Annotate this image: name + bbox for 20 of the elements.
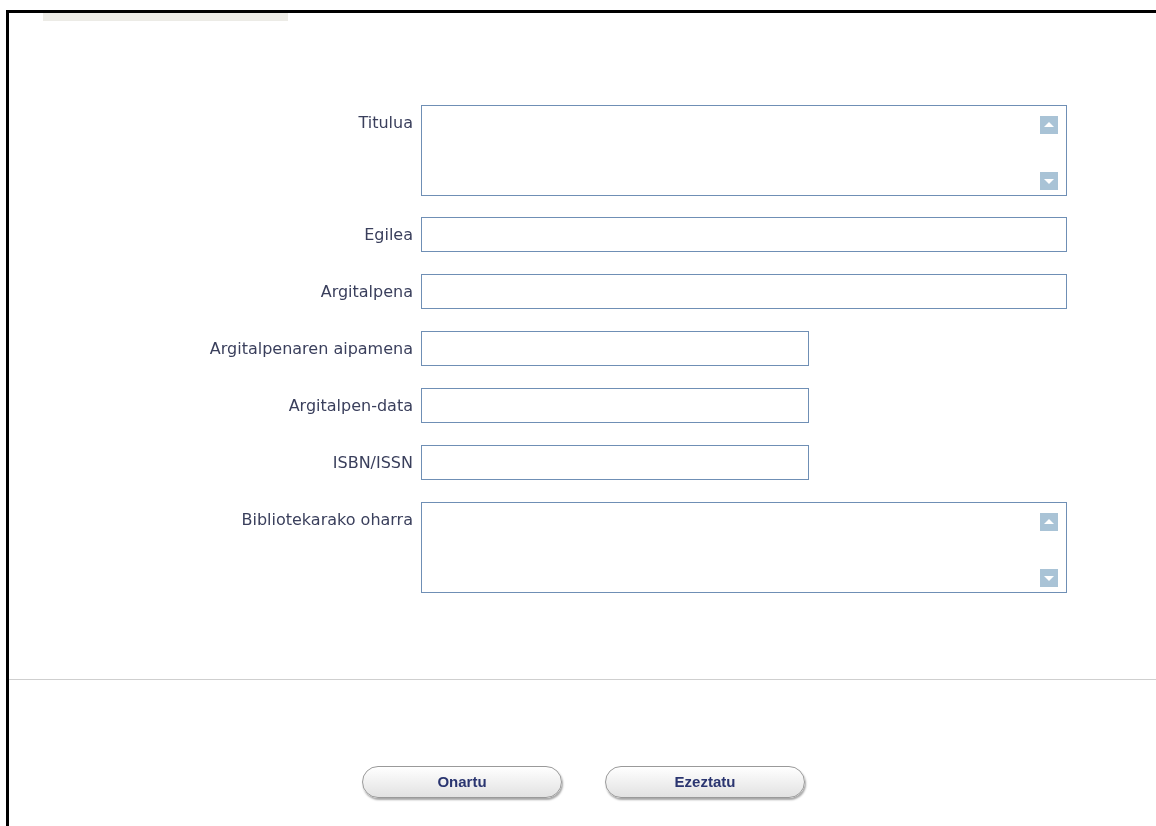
text-area[interactable] (421, 105, 1067, 196)
input-field[interactable] (421, 331, 809, 366)
button[interactable]: Onartu (362, 766, 562, 798)
field-label: Argitalpenaren aipamena (208, 338, 414, 359)
button[interactable]: Ezeztatu (605, 766, 805, 798)
field-label: Bibliotekarako oharra (240, 509, 414, 530)
input-field[interactable] (421, 274, 1067, 309)
input-field[interactable] (421, 445, 809, 480)
field-label: ISBN/ISSN (331, 452, 414, 473)
field-label: Argitalpena (319, 281, 414, 302)
input-field[interactable] (421, 217, 1067, 252)
field-label: Egilea (363, 224, 414, 245)
scroll-down-icon[interactable] (1040, 569, 1058, 587)
text-area[interactable] (421, 502, 1067, 593)
scroll-up-icon[interactable] (1040, 513, 1058, 531)
scroll-up-icon[interactable] (1040, 116, 1058, 134)
scroll-down-icon[interactable] (1040, 172, 1058, 190)
field-label: Titulua (357, 112, 414, 133)
field-label: Argitalpen-data (287, 395, 414, 416)
input-field[interactable] (421, 388, 809, 423)
